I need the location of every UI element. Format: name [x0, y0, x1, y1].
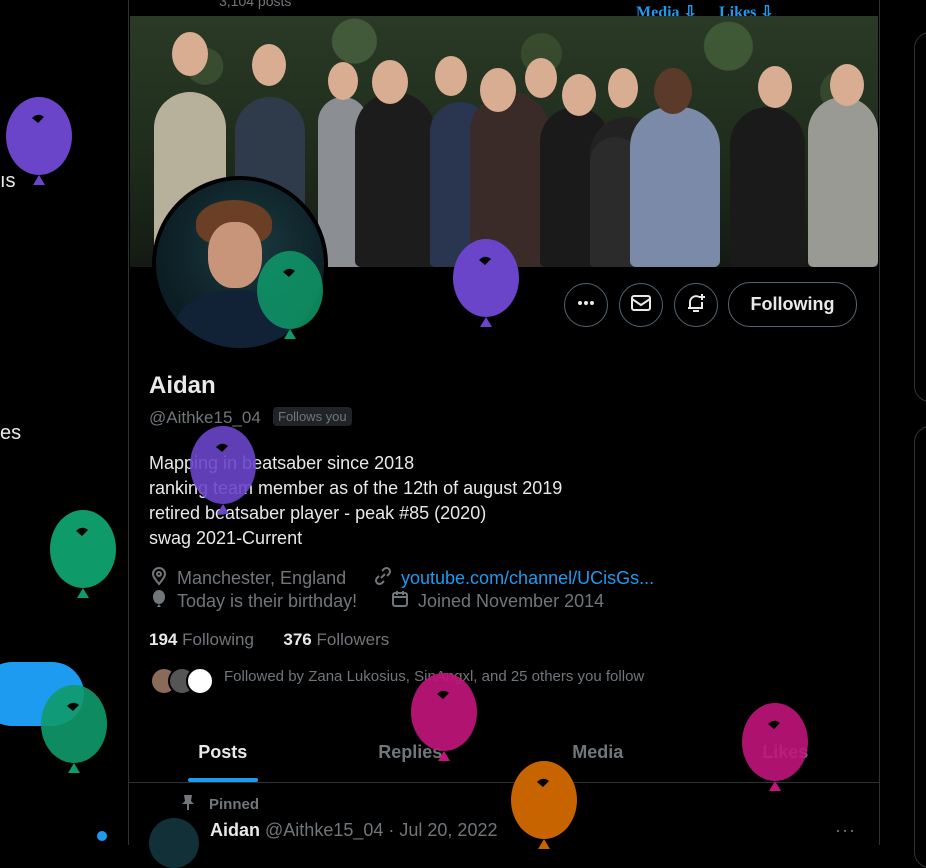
avatar — [186, 667, 214, 695]
notify-button[interactable] — [674, 283, 718, 327]
follows-you-badge: Follows you — [273, 407, 352, 426]
link-icon — [373, 566, 393, 591]
pinned-label: Pinned — [181, 794, 259, 814]
balloon-decoration — [50, 510, 116, 598]
post-button[interactable] — [0, 662, 84, 726]
profile-avatar[interactable] — [152, 176, 328, 352]
bio-line: retired beatsaber player - peak #85 (202… — [149, 503, 487, 523]
tab-replies[interactable]: Replies — [317, 722, 505, 782]
followers-facepile[interactable] — [150, 667, 214, 695]
tab-media[interactable]: Media — [504, 722, 692, 782]
following-button[interactable]: Following — [728, 282, 857, 327]
profile-handle: @Aithke15_04 — [149, 408, 261, 427]
location-text: Manchester, England — [177, 568, 347, 588]
location-pin-icon — [149, 566, 169, 591]
tweet-date[interactable]: · Jul 20, 2022 — [388, 820, 497, 840]
sidebar-panel — [914, 32, 926, 402]
pinned-text: Pinned — [209, 795, 260, 813]
tweet-author[interactable]: Aidan — [210, 820, 260, 840]
birthday-text: Today is their birthday! — [177, 591, 358, 611]
profile-website[interactable]: youtube.com/channel/UCisGs... — [373, 566, 654, 591]
more-button[interactable] — [564, 283, 608, 327]
website-link[interactable]: youtube.com/channel/UCisGs... — [401, 568, 654, 589]
follow-counts: 194 Following 376 Followers — [149, 630, 389, 650]
tweet-more-button[interactable]: ··· — [835, 820, 856, 841]
profile-birthday: Today is their birthday! — [149, 589, 357, 614]
bell-plus-icon — [685, 292, 707, 319]
notification-dot — [97, 831, 107, 841]
joined-text: Joined November 2014 — [418, 591, 605, 611]
followers-count: 376 — [283, 630, 312, 649]
tweet-avatar[interactable] — [149, 818, 199, 868]
tab-posts[interactable]: Posts — [129, 722, 317, 782]
bio-line: swag 2021-Current — [149, 528, 303, 548]
sidebar-panel — [914, 426, 926, 868]
followed-by-text[interactable]: Followed by Zana Lukosius, SinAngxl, and… — [224, 668, 644, 685]
followers-label: Followers — [316, 630, 390, 649]
following-count-link[interactable]: 194 Following — [149, 630, 254, 649]
profile-column: 3,104 posts Media ⇩ Likes ⇩ Following Ai… — [128, 0, 880, 868]
post-count: 3,104 posts — [219, 0, 292, 9]
tweet-handle[interactable]: @Aithke15_04 — [265, 820, 383, 840]
bio-line: ranking team member as of the 12th of au… — [149, 478, 563, 498]
pin-icon — [181, 794, 195, 814]
profile-location: Manchester, England — [149, 566, 346, 591]
bio-line: Mapping in beatsaber since 2018 — [149, 453, 415, 473]
message-button[interactable] — [619, 283, 663, 327]
tab-likes[interactable]: Likes — [692, 722, 880, 782]
nav-item-fragment[interactable]: ıs — [0, 170, 16, 193]
profile-bio: Mapping in beatsaber since 2018 ranking … — [149, 451, 562, 551]
mail-icon — [630, 292, 652, 319]
more-icon — [576, 293, 596, 318]
following-count: 194 — [149, 630, 178, 649]
tweet-header: Aidan @Aithke15_04 · Jul 20, 2022 — [210, 820, 497, 841]
following-label: Following — [182, 630, 254, 649]
followers-count-link[interactable]: 376 Followers — [283, 630, 389, 649]
nav-item-fragment[interactable]: es — [0, 422, 21, 445]
profile-name: Aidan — [149, 372, 216, 399]
calendar-icon — [390, 589, 410, 614]
profile-joined: Joined November 2014 — [390, 589, 604, 614]
balloon-icon — [149, 589, 169, 614]
profile-tabs: Posts Replies Media Likes — [129, 722, 879, 783]
